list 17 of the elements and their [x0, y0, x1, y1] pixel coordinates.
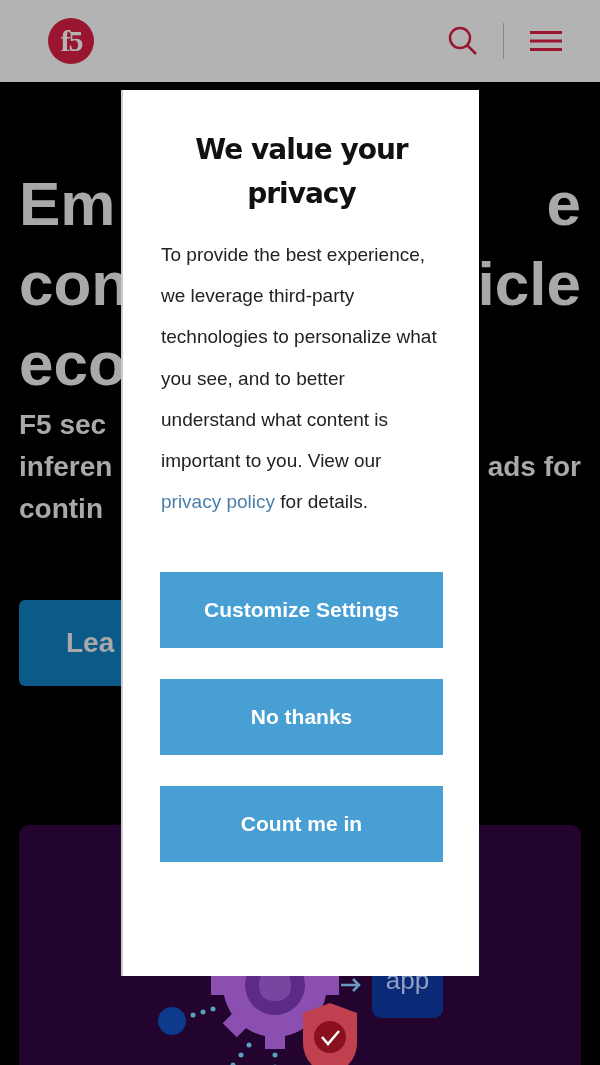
consent-button[interactable]: Count me in [160, 786, 443, 863]
dialog-title: We value your privacy [194, 132, 410, 212]
search-icon[interactable] [447, 25, 479, 57]
f5-logo[interactable]: f5 [48, 18, 94, 64]
consent-button[interactable]: Customize Settings [160, 572, 443, 649]
privacy-policy-link[interactable]: privacy policy [161, 491, 276, 513]
subtitle-text: ads for [487, 450, 581, 484]
subtitle-text: F5 sec [19, 408, 107, 442]
subtitle-text: inferen [19, 450, 113, 484]
headline-text: Em [19, 168, 116, 240]
headline-text: eco [19, 328, 126, 400]
consent-button[interactable]: No thanks [160, 679, 443, 756]
subtitle-text: contin [19, 492, 103, 526]
menu-icon[interactable] [530, 29, 562, 53]
headline-text: e [546, 168, 581, 240]
headline-text: icle [477, 248, 581, 320]
dialog-text: To provide the best experience, we leverage third-party technologies to personalize what you see, and to better understand what content is important to you. View our privacy policy for details. [161, 243, 437, 515]
